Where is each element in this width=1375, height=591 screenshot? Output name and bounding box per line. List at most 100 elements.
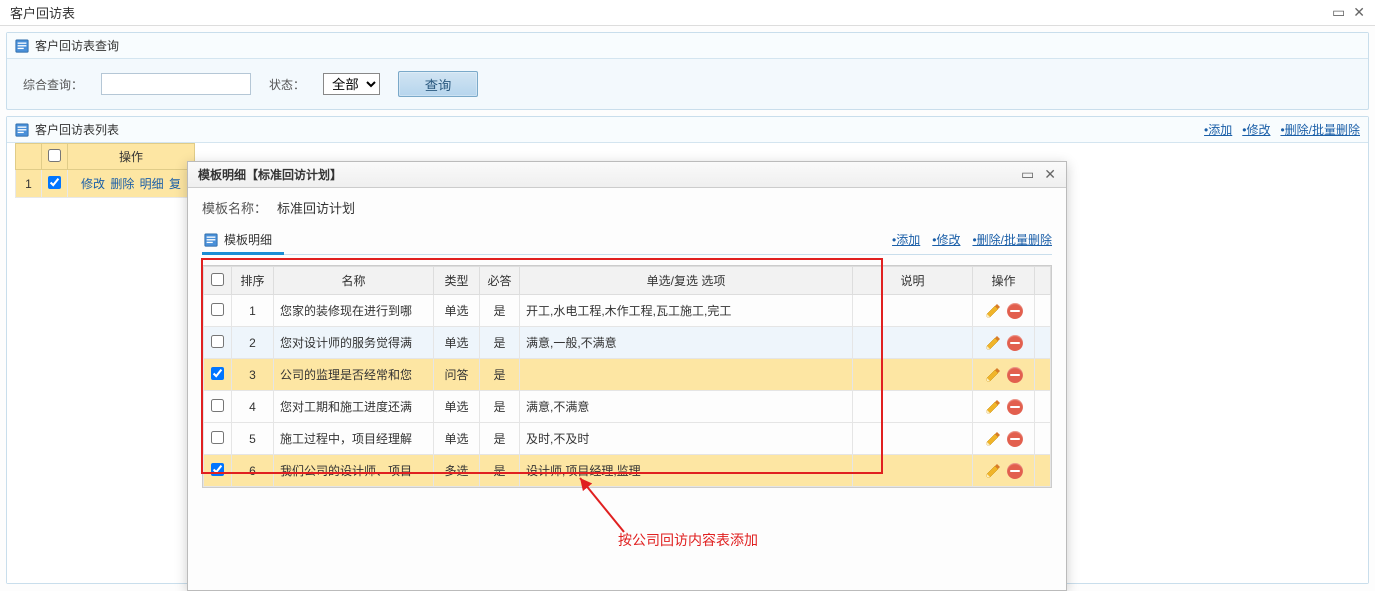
dialog-title: 模板明细【标准回访计划】 <box>198 166 342 183</box>
row-desc <box>853 455 973 487</box>
pencil-icon[interactable] <box>985 335 1001 351</box>
row-required: 是 <box>480 359 520 391</box>
detail-add-link[interactable]: •添加 <box>892 231 920 248</box>
row-name: 您家的装修现在进行到哪 <box>274 295 434 327</box>
row-order: 4 <box>232 391 274 423</box>
delete-icon[interactable] <box>1007 399 1023 415</box>
row-spacer <box>1035 455 1051 487</box>
dialog-close-icon[interactable]: ✕ <box>1044 166 1056 183</box>
pencil-icon[interactable] <box>985 367 1001 383</box>
row-required: 是 <box>480 455 520 487</box>
main-table: 操作 1 修改 删除 明细 复 <box>15 143 195 198</box>
status-label: 状态： <box>269 76 305 93</box>
row-type: 单选 <box>434 423 480 455</box>
row-copy-link[interactable]: 复 <box>169 177 181 191</box>
search-panel-header: 客户回访表查询 <box>7 33 1368 59</box>
form-icon <box>15 39 29 53</box>
dialog-minimize-icon[interactable]: ▭ <box>1021 166 1034 183</box>
row-order: 1 <box>232 295 274 327</box>
row-type: 单选 <box>434 391 480 423</box>
detail-select-all[interactable] <box>211 273 224 286</box>
row-type: 单选 <box>434 295 480 327</box>
row-desc <box>853 423 973 455</box>
row-order: 5 <box>232 423 274 455</box>
row-checkbox[interactable] <box>211 367 224 380</box>
row-delete-link[interactable]: 删除 <box>110 177 134 191</box>
row-ops <box>973 327 1035 359</box>
table-row[interactable]: 3 公司的监理是否经常和您 问答 是 <box>204 359 1051 391</box>
pencil-icon[interactable] <box>985 399 1001 415</box>
row-options <box>520 359 853 391</box>
delete-icon[interactable] <box>1007 463 1023 479</box>
detail-col-desc: 说明 <box>853 267 973 295</box>
list-body: 操作 1 修改 删除 明细 复 模板明细【标准回访计划】 ▭ ✕ <box>7 143 1368 583</box>
main-col-checkbox <box>42 144 68 170</box>
status-select[interactable]: 全部 <box>323 73 380 95</box>
list-panel-header: 客户回访表列表 •添加 •修改 •删除/批量删除 <box>7 117 1368 143</box>
table-row[interactable]: 5 施工过程中，项目经理解 单选 是 及时,不及时 <box>204 423 1051 455</box>
row-order: 6 <box>232 455 274 487</box>
row-checkbox[interactable] <box>211 399 224 412</box>
detail-col-scroll <box>1035 267 1051 295</box>
row-checkbox[interactable] <box>48 176 61 189</box>
row-spacer <box>1035 295 1051 327</box>
row-ops: 修改 删除 明细 复 <box>68 170 195 198</box>
delete-icon[interactable] <box>1007 335 1023 351</box>
close-icon[interactable]: ✕ <box>1353 4 1365 21</box>
add-link[interactable]: •添加 <box>1204 121 1232 138</box>
edit-link[interactable]: •修改 <box>1242 121 1270 138</box>
dialog-body: 模板名称： 标准回访计划 模板明细 •添加 •修改 <box>188 188 1066 498</box>
detail-panel-title: 模板明细 <box>224 231 272 248</box>
row-type: 多选 <box>434 455 480 487</box>
row-checkbox-cell <box>204 327 232 359</box>
template-name-value: 标准回访计划 <box>277 198 355 217</box>
row-ops <box>973 391 1035 423</box>
comprehensive-input[interactable] <box>101 73 251 95</box>
delete-icon[interactable] <box>1007 303 1023 319</box>
row-desc <box>853 295 973 327</box>
row-desc <box>853 327 973 359</box>
table-row[interactable]: 6 我们公司的设计师、项目 多选 是 设计师,项目经理,监理 <box>204 455 1051 487</box>
delete-icon[interactable] <box>1007 431 1023 447</box>
row-checkbox[interactable] <box>211 431 224 444</box>
detail-table: 排序 名称 类型 必答 单选/复选 选项 说明 操作 <box>203 266 1051 487</box>
table-row[interactable]: 1 您家的装修现在进行到哪 单选 是 开工,水电工程,木作工程,瓦工施工,完工 <box>204 295 1051 327</box>
table-row[interactable]: 1 修改 删除 明细 复 <box>16 170 195 198</box>
row-detail-link[interactable]: 明细 <box>140 177 164 191</box>
row-checkbox[interactable] <box>211 463 224 476</box>
pencil-icon[interactable] <box>985 463 1001 479</box>
dialog-controls: ▭ ✕ <box>1021 166 1056 183</box>
row-index: 1 <box>16 170 42 198</box>
row-checkbox[interactable] <box>211 303 224 316</box>
list-panel-title: 客户回访表列表 <box>35 121 119 138</box>
table-row[interactable]: 2 您对设计师的服务觉得满 单选 是 满意,一般,不满意 <box>204 327 1051 359</box>
row-ops <box>973 423 1035 455</box>
window-titlebar: 客户回访表 ▭ ✕ <box>0 0 1375 26</box>
pencil-icon[interactable] <box>985 431 1001 447</box>
main-select-all[interactable] <box>48 149 61 162</box>
row-edit-link[interactable]: 修改 <box>81 177 105 191</box>
row-required: 是 <box>480 423 520 455</box>
detail-delete-link[interactable]: •删除/批量删除 <box>972 231 1052 248</box>
row-checkbox-cell <box>42 170 68 198</box>
row-order: 3 <box>232 359 274 391</box>
dialog-titlebar[interactable]: 模板明细【标准回访计划】 ▭ ✕ <box>188 162 1066 188</box>
main-col-index <box>16 144 42 170</box>
detail-edit-link[interactable]: •修改 <box>932 231 960 248</box>
row-name: 您对工期和施工进度还满 <box>274 391 434 423</box>
minimize-icon[interactable]: ▭ <box>1332 4 1345 21</box>
detail-col-options: 单选/复选 选项 <box>520 267 853 295</box>
detail-panel: 模板明细 •添加 •修改 •删除/批量删除 <box>202 227 1052 488</box>
detail-col-order: 排序 <box>232 267 274 295</box>
row-options: 设计师,项目经理,监理 <box>520 455 853 487</box>
search-button[interactable]: 查询 <box>398 71 478 97</box>
row-required: 是 <box>480 391 520 423</box>
delete-link[interactable]: •删除/批量删除 <box>1280 121 1360 138</box>
list-actions: •添加 •修改 •删除/批量删除 <box>1204 121 1360 138</box>
row-required: 是 <box>480 295 520 327</box>
row-checkbox[interactable] <box>211 335 224 348</box>
delete-icon[interactable] <box>1007 367 1023 383</box>
row-options: 满意,不满意 <box>520 391 853 423</box>
table-row[interactable]: 4 您对工期和施工进度还满 单选 是 满意,不满意 <box>204 391 1051 423</box>
pencil-icon[interactable] <box>985 303 1001 319</box>
